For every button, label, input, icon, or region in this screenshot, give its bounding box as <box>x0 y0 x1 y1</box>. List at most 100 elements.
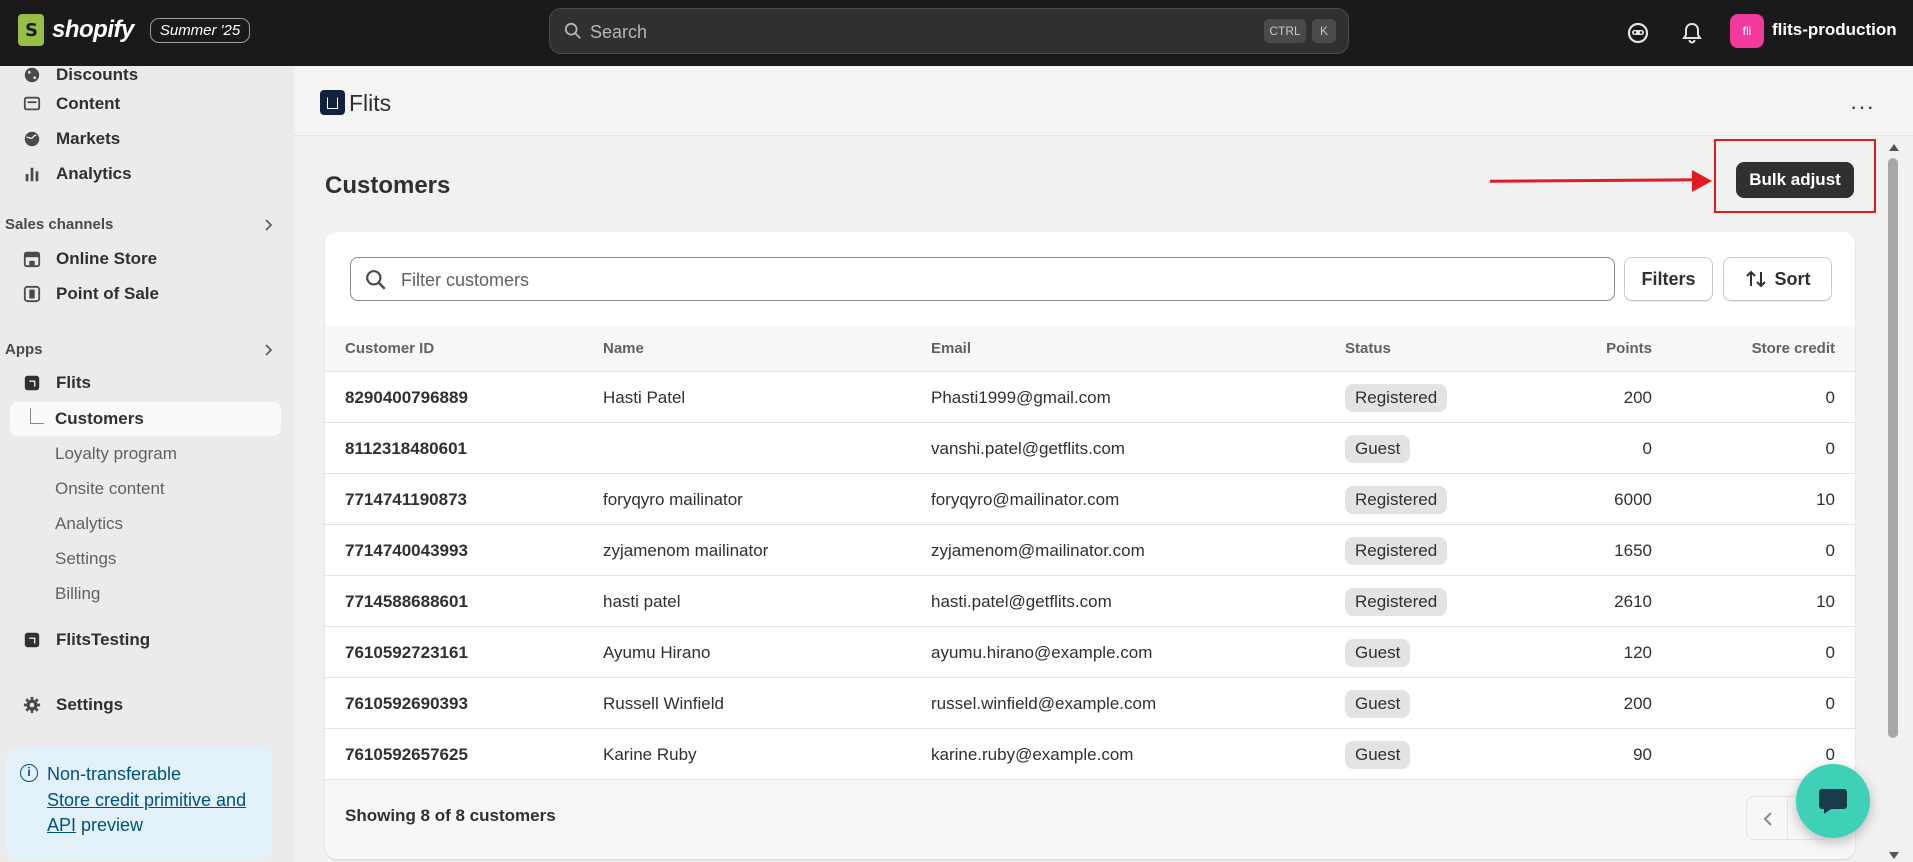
table-row[interactable]: 7714588688601 hasti patel hasti.patel@getf… <box>325 576 1855 627</box>
sidebar-subitem-billing[interactable]: Billing <box>55 584 100 604</box>
table-row[interactable]: 8112318480601 vanshi.patel@getflits.com Gu… <box>325 423 1855 474</box>
sidebar-subitem-customers[interactable]: Customers <box>55 409 144 429</box>
sort-label: Sort <box>1774 268 1811 289</box>
status-badge: Guest <box>1345 741 1411 769</box>
status-badge: Guest <box>1345 435 1411 463</box>
sidebar-item-flitstesting[interactable]: FlitsTesting <box>22 625 150 655</box>
sidebar-item-label: Content <box>56 94 121 113</box>
scroll-up-arrow-icon[interactable] <box>1889 144 1899 151</box>
info-icon: i <box>20 764 38 782</box>
email-cell: zyjamenom@mailinator.com <box>931 541 1145 560</box>
column-header-email: Email <box>931 340 972 357</box>
customer-id-cell: 7714741190873 <box>345 490 467 509</box>
name-cell: Karine Ruby <box>603 745 697 764</box>
store-avatar[interactable]: fli <box>1730 14 1764 48</box>
store-credit-cell: 0 <box>1825 439 1835 458</box>
more-actions-icon[interactable]: ··· <box>1850 94 1875 120</box>
sidebar-item-settings[interactable]: Settings <box>22 690 123 720</box>
sidebar-item-label: Settings <box>56 695 124 714</box>
customer-id-cell: 7610592657625 <box>345 745 468 764</box>
table-row[interactable]: 7610592690393 Russell Winfield russel.winf… <box>325 678 1855 729</box>
top-bar: shopify Summer '25 Search CTRL K fli fli… <box>0 0 1913 66</box>
edition-badge: Summer '25 <box>149 17 251 43</box>
table-row[interactable]: 7714741190873 foryqyro mailinator foryqyro… <box>325 474 1855 525</box>
sidebar-item-content[interactable]: Content <box>22 89 120 119</box>
app-title: Flits <box>349 90 392 116</box>
email-cell: karine.ruby@example.com <box>931 745 1134 764</box>
previous-page-button[interactable] <box>1746 796 1788 840</box>
points-cell: 90 <box>1633 745 1652 764</box>
filters-label: Filters <box>1641 268 1696 289</box>
store-icon <box>22 249 42 269</box>
points-cell: 200 <box>1623 388 1652 407</box>
table-row[interactable]: 7610592657625 Karine Ruby karine.ruby@exam… <box>325 729 1855 780</box>
store-credit-cell: 0 <box>1825 694 1835 713</box>
sidebar-item-flits[interactable]: Flits <box>22 368 91 398</box>
column-header-name: Name <box>603 340 644 357</box>
store-credit-cell: 0 <box>1825 745 1835 764</box>
store-name[interactable]: flits-production <box>1772 20 1897 40</box>
sidebar-item-online-store[interactable]: Online Store <box>22 244 157 274</box>
sidebar-subitem-onsite-content[interactable]: Onsite content <box>55 479 165 499</box>
points-cell: 6000 <box>1614 490 1652 509</box>
main-content: Flits ··· Customers Bulk adjust Filter c… <box>294 66 1913 862</box>
sidebar-subitem-loyalty-program[interactable]: Loyalty program <box>55 444 177 464</box>
sidebar-item-point-of-sale[interactable]: Point of Sale <box>22 279 159 309</box>
chat-icon <box>1819 789 1847 814</box>
points-cell: 200 <box>1623 694 1652 713</box>
chat-button[interactable] <box>1796 764 1870 838</box>
status-badge: Registered <box>1345 486 1448 514</box>
table-row[interactable]: 8290400796889 Hasti Patel Phasti1999@gmail… <box>325 372 1855 423</box>
bell-icon[interactable] <box>1678 19 1706 47</box>
store-credit-promo: i Non-transferable Store credit primitiv… <box>6 748 272 860</box>
app-header: Flits ··· <box>294 66 1913 136</box>
customer-id-cell: 7610592723161 <box>345 643 468 662</box>
active-item-highlight <box>10 402 281 436</box>
apps-heading[interactable]: Apps <box>5 341 43 358</box>
shortcut-ctrl: CTRL <box>1264 19 1306 43</box>
sidekick-icon[interactable] <box>1624 19 1652 47</box>
scroll-thumb[interactable] <box>1888 158 1898 738</box>
table-row[interactable]: 7610592723161 Ayumu Hirano ayumu.hirano@ex… <box>325 627 1855 678</box>
sales-channels-heading[interactable]: Sales channels <box>5 216 113 233</box>
email-cell: foryqyro@mailinator.com <box>931 490 1120 509</box>
name-cell: Russell Winfield <box>603 694 724 713</box>
status-badge: Guest <box>1345 639 1411 667</box>
column-header-points: Points <box>1606 340 1652 357</box>
sidebar-item-markets[interactable]: Markets <box>22 124 120 154</box>
chevron-left-icon <box>1763 812 1772 826</box>
column-header-customer-id: Customer ID <box>345 340 435 357</box>
scroll-down-arrow-icon[interactable] <box>1889 852 1899 859</box>
sidebar-item-label: Flits <box>56 373 91 392</box>
shopify-logo[interactable]: shopify Summer '25 <box>18 14 251 46</box>
table-footer: Showing 8 of 8 customers <box>325 780 1855 859</box>
sidebar-item-label: Markets <box>56 129 121 148</box>
sort-button[interactable]: Sort <box>1723 257 1832 301</box>
sort-icon <box>1745 270 1766 288</box>
chevron-right-icon[interactable] <box>262 343 276 357</box>
store-credit-cell: 10 <box>1816 490 1835 509</box>
status-badge: Guest <box>1345 690 1411 718</box>
status-badge: Registered <box>1345 384 1448 412</box>
points-cell: 1650 <box>1614 541 1652 560</box>
promo-link[interactable]: Store credit primitive and API <box>47 790 246 835</box>
chevron-right-icon[interactable] <box>262 218 276 232</box>
sidebar-item-discounts[interactable]: Discounts <box>22 60 138 90</box>
email-cell: Phasti1999@gmail.com <box>931 388 1111 407</box>
filters-button[interactable]: Filters <box>1624 257 1713 301</box>
filter-customers-input[interactable]: Filter customers <box>350 257 1615 301</box>
promo-suffix: preview <box>81 815 144 835</box>
bulk-adjust-button[interactable]: Bulk adjust <box>1736 162 1854 198</box>
sidebar-item-analytics[interactable]: Analytics <box>22 159 132 189</box>
name-cell: Ayumu Hirano <box>603 643 711 662</box>
name-cell: foryqyro mailinator <box>603 490 743 509</box>
global-search[interactable]: Search CTRL K <box>549 8 1349 54</box>
main-scrollbar[interactable] <box>1886 138 1900 862</box>
flits-app-icon <box>22 373 42 393</box>
table-row[interactable]: 7714740043993 zyjamenom mailinator zyjamen… <box>325 525 1855 576</box>
discount-icon <box>22 65 42 85</box>
sidebar-subitem-analytics[interactable]: Analytics <box>55 514 123 534</box>
flitstesting-app-icon <box>22 630 42 650</box>
store-credit-cell: 10 <box>1816 592 1835 611</box>
sidebar-subitem-settings[interactable]: Settings <box>55 549 116 569</box>
